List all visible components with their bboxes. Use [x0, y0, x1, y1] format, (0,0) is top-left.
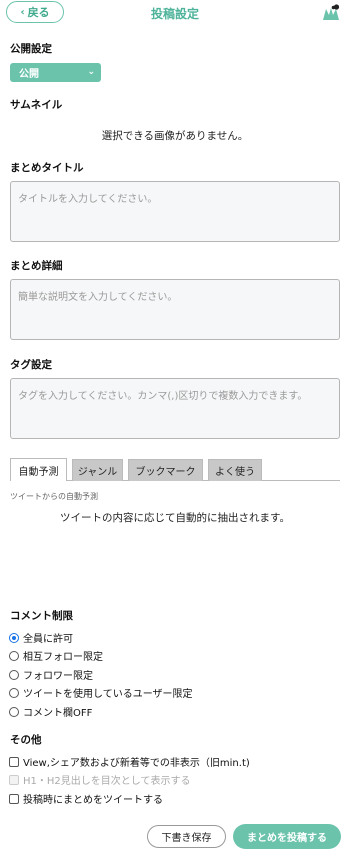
- visibility-select[interactable]: 公開 ⌄: [10, 63, 101, 82]
- radio-button[interactable]: [9, 632, 19, 643]
- tag-tabs: 自動予測 ジャンル ブックマーク よく使う: [10, 457, 340, 481]
- visibility-selected-value: 公開: [19, 69, 39, 80]
- header: ‹ 戻る 投稿設定: [0, 0, 350, 26]
- comment-option-label: ツイートを使用しているユーザー限定: [23, 689, 193, 700]
- tab-genre[interactable]: ジャンル: [72, 459, 123, 481]
- comment-option-tweet-users[interactable]: ツイートを使用しているユーザー限定: [9, 685, 193, 700]
- other-label: その他: [10, 734, 42, 746]
- title-label: まとめタイトル: [10, 162, 84, 174]
- tab-frequent[interactable]: よく使う: [208, 459, 262, 481]
- other-option-hide[interactable]: View,シェア数および新着等での非表示（旧min.t): [9, 754, 250, 769]
- comment-limit-label: コメント制限: [10, 610, 73, 622]
- checkbox[interactable]: [9, 756, 19, 767]
- radio-button[interactable]: [9, 650, 19, 661]
- auto-predict-caption: ツイートからの自動予測: [10, 492, 98, 501]
- page-title: 投稿設定: [150, 7, 199, 21]
- comment-option-label: 相互フォロー限定: [23, 652, 103, 663]
- radio-button[interactable]: [9, 687, 19, 698]
- auto-predict-message: ツイートの内容に応じて自動的に抽出されます。: [60, 512, 290, 524]
- user-avatar-icon[interactable]: [320, 2, 342, 24]
- other-option-label: 投稿時にまとめをツイートする: [23, 795, 163, 806]
- comment-option-all[interactable]: 全員に許可: [9, 630, 73, 645]
- detail-label: まとめ詳細: [10, 260, 63, 272]
- tab-bookmark[interactable]: ブックマーク: [128, 459, 203, 481]
- post-button[interactable]: まとめを投稿する: [233, 824, 341, 849]
- tag-input[interactable]: タグを入力してください。カンマ(,)区切りで複数入力できます。: [10, 378, 340, 439]
- radio-button[interactable]: [9, 706, 19, 717]
- tag-label: タグ設定: [10, 359, 52, 371]
- visibility-label: 公開設定: [10, 43, 52, 55]
- comment-option-label: フォロワー限定: [23, 671, 93, 682]
- other-option-toc: H1・H2見出しを目次として表示する: [9, 772, 190, 787]
- comment-option-off[interactable]: コメント欄OFF: [9, 704, 92, 719]
- comment-option-label: コメント欄OFF: [23, 708, 93, 719]
- other-option-label: H1・H2見出しを目次として表示する: [23, 776, 191, 787]
- save-draft-button[interactable]: 下書き保存: [147, 825, 226, 848]
- detail-input[interactable]: 簡単な説明文を入力してください。: [10, 279, 340, 340]
- checkbox: [9, 774, 19, 785]
- other-option-tweet[interactable]: 投稿時にまとめをツイートする: [9, 791, 163, 806]
- comment-option-label: 全員に許可: [23, 634, 73, 645]
- thumbnail-label: サムネイル: [10, 99, 63, 111]
- comment-option-mutual[interactable]: 相互フォロー限定: [9, 648, 103, 663]
- thumbnail-empty-message: 選択できる画像がありません。: [101, 130, 249, 142]
- comment-option-followers[interactable]: フォロワー限定: [9, 667, 93, 682]
- other-option-label: View,シェア数および新着等での非表示（旧min.t): [23, 758, 250, 769]
- checkbox[interactable]: [9, 793, 19, 804]
- chevron-down-icon: ⌄: [87, 67, 95, 77]
- radio-button[interactable]: [9, 669, 19, 680]
- title-input[interactable]: タイトルを入力してください。: [10, 181, 340, 242]
- tab-auto-predict[interactable]: 自動予測: [10, 458, 67, 481]
